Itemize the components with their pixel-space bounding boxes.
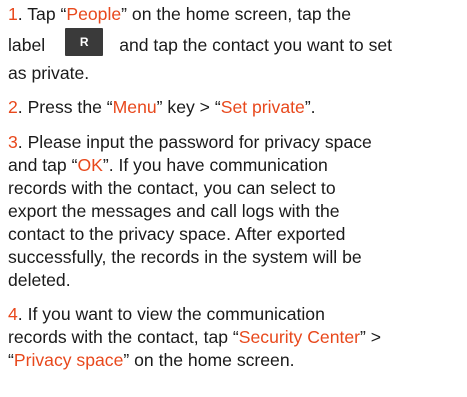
person-label-icon: R: [63, 26, 106, 59]
step-text: . Please input the password for privacy …: [17, 132, 372, 152]
step-text: and tap “: [8, 155, 78, 175]
step-text: ”. If you have communication: [102, 155, 328, 175]
step-text: records with the contact, tap “: [8, 327, 239, 347]
step-text: successfully, the records in the system …: [8, 247, 362, 267]
step-number: 3: [8, 132, 18, 152]
step-text: as private.: [8, 63, 90, 83]
step-text: ” key > “: [156, 97, 221, 117]
step-text: records with the contact, you can select…: [8, 178, 336, 198]
step-number: 4: [8, 304, 18, 324]
step-text: ” on the home screen, tap the: [121, 4, 352, 24]
step-2: 2. Press the “Menu” key > “Set private”.: [8, 96, 463, 119]
security-center-highlight: Security Center: [238, 327, 361, 347]
step-text: . If you want to view the communication: [17, 304, 325, 324]
menu-highlight: Menu: [112, 97, 157, 117]
step-text: deleted.: [8, 270, 71, 290]
instructions-document: 1. Tap “People” on the home screen, tap …: [0, 3, 467, 397]
ok-highlight: OK: [77, 155, 103, 175]
step-text: . Tap “: [17, 4, 67, 24]
person-label-glyph: R: [65, 28, 104, 56]
step-text: and tap the contact you want to set: [119, 35, 393, 55]
step-number: 1: [8, 4, 18, 24]
step-4: 4. If you want to view the communication…: [8, 303, 463, 372]
step-text: ” >: [360, 327, 382, 347]
step-text: label: [8, 35, 46, 55]
step-text: . Press the “: [17, 97, 113, 117]
set-private-highlight: Set private: [220, 97, 305, 117]
people-highlight: People: [66, 4, 122, 24]
step-text: ”.: [304, 97, 316, 117]
step-text: contact to the privacy space. After expo…: [8, 224, 346, 244]
privacy-space-highlight: Privacy space: [13, 350, 124, 370]
step-text: ” on the home screen.: [123, 350, 295, 370]
step-number: 2: [8, 97, 18, 117]
step-3: 3. Please input the password for privacy…: [8, 131, 463, 292]
step-1: 1. Tap “People” on the home screen, tap …: [8, 3, 463, 85]
step-text: export the messages and call logs with t…: [8, 201, 340, 221]
